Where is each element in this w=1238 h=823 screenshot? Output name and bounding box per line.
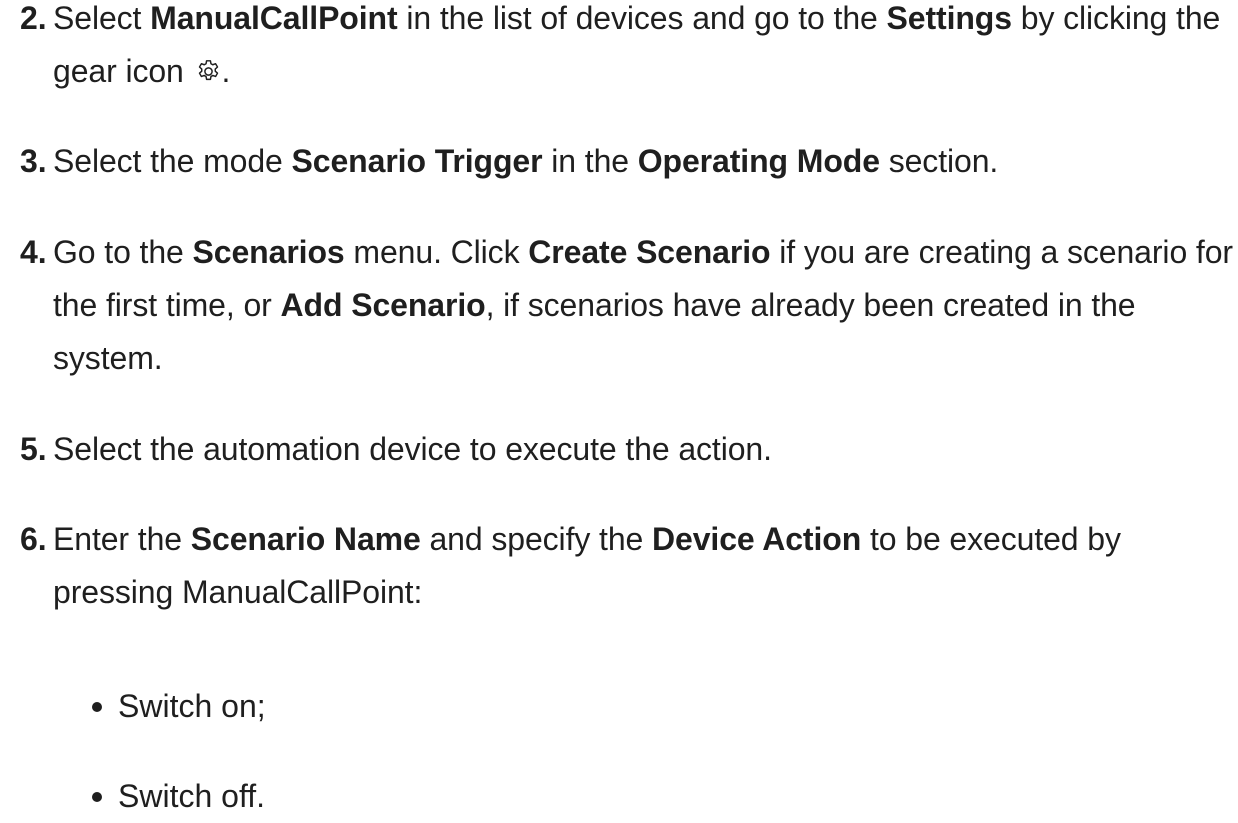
emphasized-term: ManualCallPoint (150, 0, 398, 36)
emphasized-term: Scenarios (192, 234, 345, 270)
text-segment: . (221, 53, 231, 89)
list-item: Switch on; (92, 680, 266, 733)
gear-icon (195, 48, 222, 81)
step-text: Select the automation device to execute … (53, 423, 1235, 476)
step-number: 5. (20, 431, 47, 467)
emphasized-term: Create Scenario (528, 234, 771, 270)
step-4: 4. Go to the Scenarios menu. Click Creat… (20, 226, 1235, 385)
list-item-text: Switch on; (118, 688, 266, 724)
emphasized-term: Settings (886, 0, 1013, 36)
step-3: 3. Select the mode Scenario Trigger in t… (20, 135, 1235, 188)
text-segment: Select (53, 0, 151, 36)
step-text: Enter the Scenario Name and specify the … (53, 513, 1235, 619)
step-text: Select the mode Scenario Trigger in the … (53, 135, 1235, 188)
step-text: Select ManualCallPoint in the list of de… (53, 0, 1235, 98)
emphasized-term: Scenario Name (190, 521, 421, 557)
step-6: 6. Enter the Scenario Name and specify t… (20, 513, 1235, 619)
step-number: 4. (20, 234, 47, 270)
emphasized-term: Add Scenario (280, 287, 486, 323)
emphasized-term: Device Action (652, 521, 862, 557)
text-segment: in the (542, 143, 638, 179)
list-item: Switch off. (92, 770, 265, 823)
bullet-dot (92, 702, 102, 712)
text-segment: in the list of devices and go to the (397, 0, 887, 36)
step-2: 2. Select ManualCallPoint in the list of… (20, 0, 1235, 98)
emphasized-term: Operating Mode (637, 143, 880, 179)
text-segment: Select the automation device to execute … (53, 431, 772, 467)
step-number: 6. (20, 521, 47, 557)
step-text: Go to the Scenarios menu. Click Create S… (53, 226, 1235, 385)
bullet-dot (92, 792, 102, 802)
text-segment: section. (879, 143, 999, 179)
text-segment: Enter the (53, 521, 191, 557)
step-number: 2. (20, 0, 47, 36)
text-segment: Go to the (53, 234, 193, 270)
text-segment: and specify the (420, 521, 653, 557)
text-segment: menu. Click (344, 234, 529, 270)
step-number: 3. (20, 143, 47, 179)
step-5: 5. Select the automation device to execu… (20, 423, 1235, 476)
emphasized-term: Scenario Trigger (291, 143, 543, 179)
text-segment: Select the mode (53, 143, 292, 179)
list-item-text: Switch off. (118, 778, 266, 814)
